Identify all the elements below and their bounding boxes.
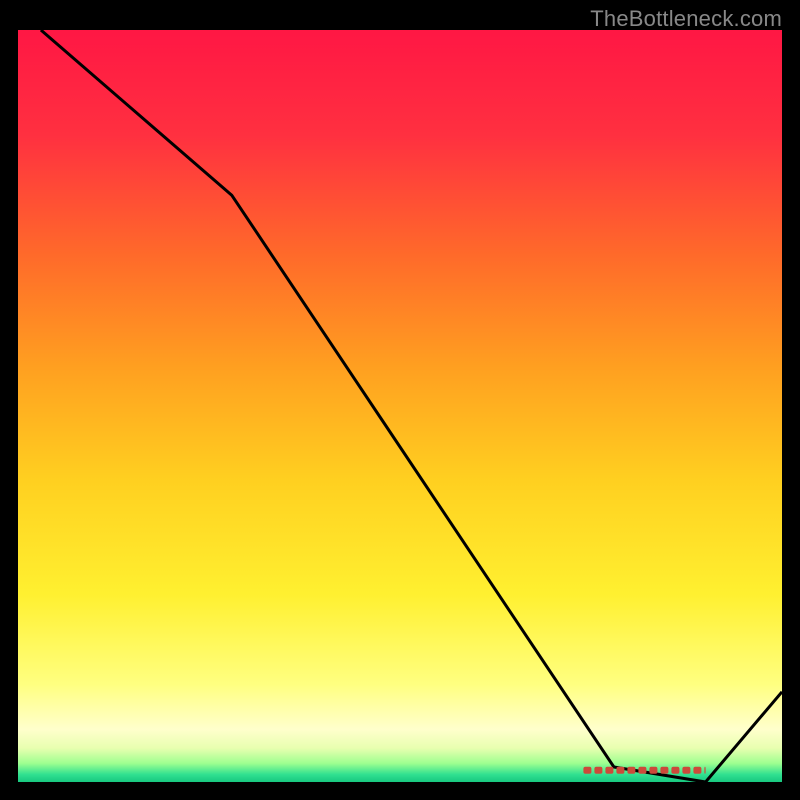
chart-background <box>18 30 782 782</box>
frame-bottom <box>0 782 800 800</box>
watermark-text: TheBottleneck.com <box>590 6 782 32</box>
optimum-marker <box>583 767 705 774</box>
bottleneck-chart <box>0 0 800 800</box>
